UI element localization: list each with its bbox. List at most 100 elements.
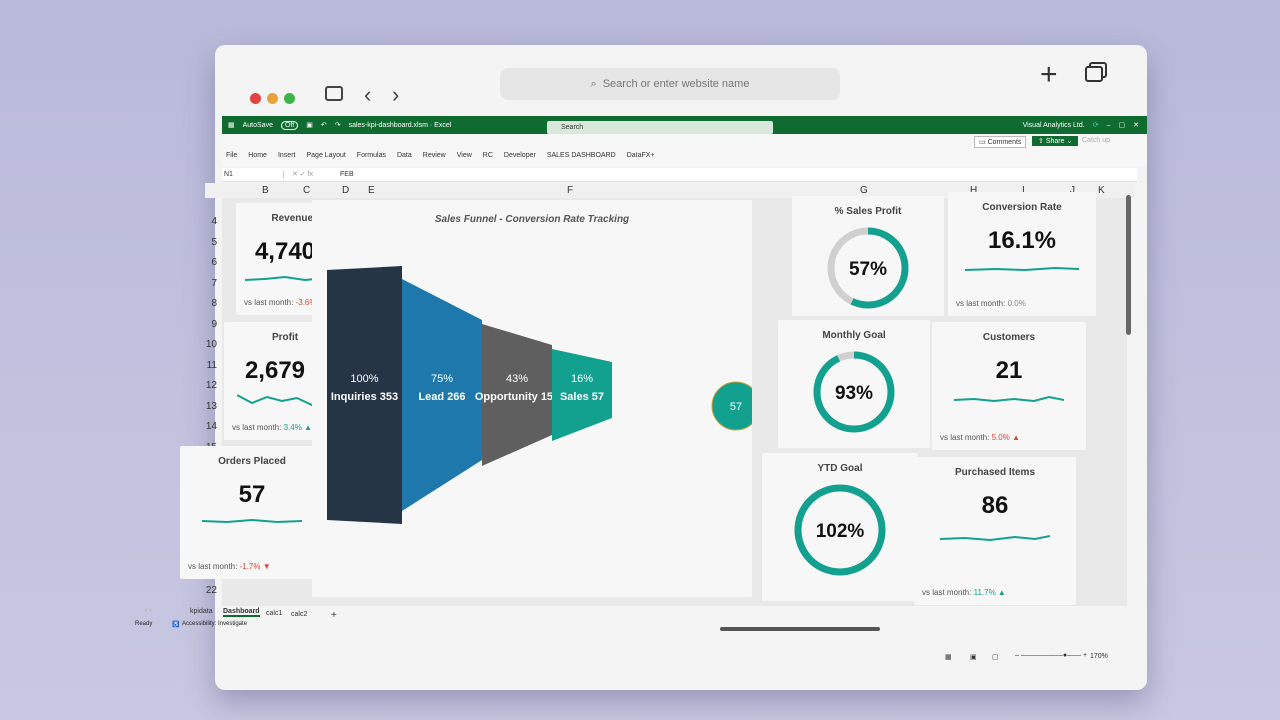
minimize-icon[interactable]: – xyxy=(1107,122,1111,129)
row-header[interactable]: 5 xyxy=(211,237,217,248)
url-bar[interactable]: ⌕ Search or enter website name xyxy=(500,68,840,100)
row-header[interactable]: 9 xyxy=(211,319,217,330)
comments-label: Comments xyxy=(987,139,1022,146)
sheet-tab-dashboard[interactable]: Dashboard xyxy=(223,608,260,617)
customers-change: 5.0% xyxy=(991,433,1010,442)
orders-value: 57 xyxy=(238,481,266,508)
prev-sheet-icon[interactable]: ‹ › xyxy=(145,607,152,614)
maximize-window-button[interactable] xyxy=(284,93,295,104)
close-window-button[interactable] xyxy=(250,93,261,104)
funnel-chart-panel: Sales Funnel - Conversion Rate Tracking … xyxy=(312,200,752,597)
row-header[interactable]: 22 xyxy=(206,585,217,596)
tab-review[interactable]: Review xyxy=(423,152,446,159)
orders-card: Orders Placed 57 vs last month: -1.7% ▼ xyxy=(180,446,324,579)
up-arrow-icon: ▲ xyxy=(304,423,312,432)
col-f[interactable]: F xyxy=(567,185,573,196)
row-header[interactable]: 4 xyxy=(211,216,217,227)
page-break-view-icon[interactable]: ▢ xyxy=(992,653,999,661)
tab-insert[interactable]: Insert xyxy=(278,152,296,159)
sidebar-icon[interactable] xyxy=(325,86,343,101)
share-button[interactable]: ⇪ Share ⌄ xyxy=(1032,136,1079,146)
sheet-tab-calc2[interactable]: calc2 xyxy=(291,611,307,618)
row-header[interactable]: 10 xyxy=(206,339,217,350)
sheet-tab-kpidata[interactable]: kpidata xyxy=(190,608,213,615)
tab-formulas[interactable]: Formulas xyxy=(357,152,386,159)
customers-title: Customers xyxy=(982,332,1036,343)
fx-icon: ✕ ✓ fx xyxy=(292,171,314,178)
tab-developer[interactable]: Developer xyxy=(504,152,536,159)
sheet-tab-calc1[interactable]: calc1 xyxy=(266,610,282,617)
excel-search[interactable]: Search xyxy=(547,121,773,134)
back-icon[interactable]: ‹ xyxy=(364,82,371,108)
col-c[interactable]: C xyxy=(303,185,310,196)
tab-view[interactable]: View xyxy=(457,152,472,159)
tab-datafx[interactable]: DataFX+ xyxy=(627,152,655,159)
sheet-tabs: ‹ › kpidata Dashboard calc1 calc2 + xyxy=(135,605,1095,631)
funnel-label: Inquiries 353 xyxy=(331,391,398,403)
tab-sales-dashboard[interactable]: SALES DASHBOARD xyxy=(547,152,616,159)
profit-change: 3.4% xyxy=(283,423,302,432)
account-name[interactable]: Visual Analytics Ltd. xyxy=(1023,122,1085,129)
funnel-end-value: 57 xyxy=(730,401,742,413)
gauge-value: 102% xyxy=(816,521,865,542)
save-icon[interactable]: ▣ xyxy=(306,121,313,129)
tab-home[interactable]: Home xyxy=(248,152,267,159)
tab-rc[interactable]: RC xyxy=(483,152,493,159)
catch-up-button[interactable]: Catch up xyxy=(1082,137,1110,144)
row-header[interactable]: 12 xyxy=(206,380,217,391)
funnel-pct: 75% xyxy=(431,373,453,385)
row-header[interactable]: 11 xyxy=(207,360,217,371)
row-header[interactable]: 14 xyxy=(206,421,217,432)
funnel-label: Opportunity 151 xyxy=(475,391,559,403)
new-tab-icon[interactable]: + xyxy=(1040,58,1058,92)
restore-icon[interactable]: ▢ xyxy=(1119,121,1126,129)
normal-view-icon[interactable]: ▦ xyxy=(945,653,952,661)
row-header[interactable]: 7 xyxy=(211,278,217,289)
col-g[interactable]: G xyxy=(860,185,868,196)
revenues-vs-label: vs last month: xyxy=(244,298,294,307)
conversion-change: 0.0% xyxy=(1007,299,1026,308)
name-box[interactable]: N1 xyxy=(224,171,284,178)
monthly-goal-gauge: 93% xyxy=(813,351,895,433)
vertical-scrollbar[interactable] xyxy=(1126,195,1131,335)
orders-title: Orders Placed xyxy=(218,456,286,467)
tabs-icon[interactable] xyxy=(1085,66,1103,82)
funnel-label: Lead 266 xyxy=(418,391,465,403)
view-controls: ▦ ▣ ▢ – ——————●—— + 170% xyxy=(130,650,1125,670)
up-arrow-icon: ▲ xyxy=(997,588,1006,597)
page-layout-view-icon[interactable]: ▣ xyxy=(970,653,977,661)
down-arrow-icon: ▼ xyxy=(262,562,271,571)
purchased-vs-label: vs last month: xyxy=(922,588,972,597)
autosave-toggle[interactable]: Off xyxy=(280,120,299,130)
customers-vs-label: vs last month: xyxy=(940,433,990,442)
funnel-label: Sales 57 xyxy=(560,391,604,403)
status-bar: Ready ♿ Accessibility: Investigate xyxy=(132,620,1122,632)
accessibility-status[interactable]: Accessibility: Investigate xyxy=(182,621,247,627)
row-header[interactable]: 13 xyxy=(206,401,217,412)
zoom-slider[interactable]: – ——————●—— + xyxy=(1015,652,1087,659)
profit-vs-label: vs last month: xyxy=(232,423,282,432)
close-icon[interactable]: ✕ xyxy=(1133,121,1139,129)
comments-button[interactable]: ▭ Comments xyxy=(974,136,1027,148)
monthly-goal-gauge-card: Monthly Goal 93% xyxy=(778,320,930,448)
tab-page-layout[interactable]: Page Layout xyxy=(306,152,345,159)
tab-file[interactable]: File xyxy=(226,152,237,159)
col-d[interactable]: D xyxy=(342,185,349,196)
undo-icon[interactable]: ↶ xyxy=(321,121,327,129)
conversion-vs-label: vs last month: xyxy=(956,299,1006,308)
purchased-title: Purchased Items xyxy=(954,467,1036,478)
col-k[interactable]: K xyxy=(1098,185,1105,196)
redo-icon[interactable]: ↷ xyxy=(335,121,341,129)
col-e[interactable]: E xyxy=(368,185,375,196)
minimize-window-button[interactable] xyxy=(267,93,278,104)
tab-data[interactable]: Data xyxy=(397,152,412,159)
row-header[interactable]: 6 xyxy=(211,257,217,268)
customers-value: 21 xyxy=(995,357,1023,384)
customers-card: Customers 21 vs last month: 5.0% ▲ xyxy=(932,322,1086,450)
row-header[interactable]: 8 xyxy=(211,298,217,309)
col-b[interactable]: B xyxy=(262,185,269,196)
formula-input[interactable]: FEB xyxy=(340,171,354,178)
conversion-title: Conversion Rate xyxy=(982,202,1062,213)
forward-icon[interactable]: › xyxy=(392,82,399,108)
conversion-rate-card: Conversion Rate 16.1% vs last month: 0.0… xyxy=(948,192,1096,316)
